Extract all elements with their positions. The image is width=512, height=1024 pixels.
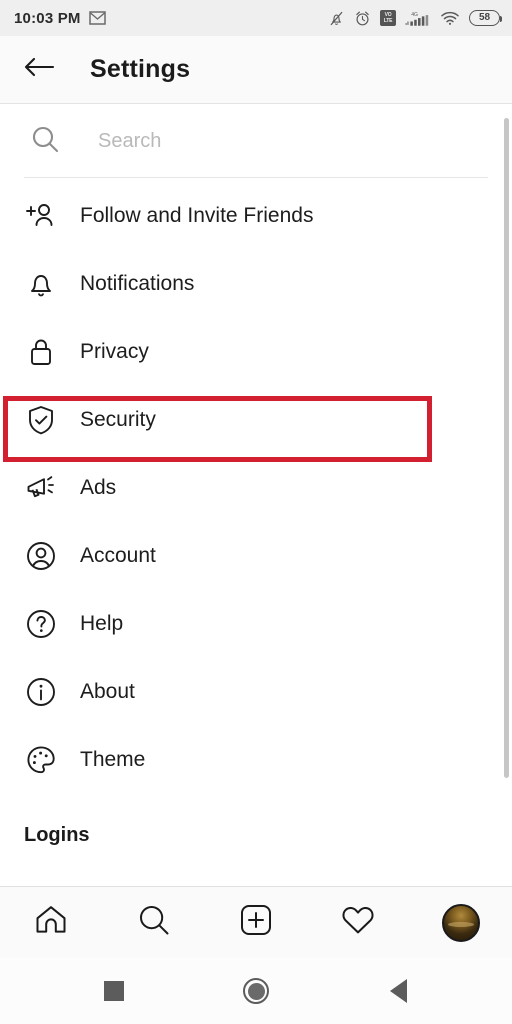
menu-item-label: Theme	[80, 748, 146, 771]
android-navigation-bar	[0, 958, 512, 1024]
tab-profile[interactable]	[410, 887, 512, 959]
tab-home[interactable]	[0, 887, 102, 959]
gmail-icon	[88, 11, 106, 25]
menu-item-label: Security	[80, 408, 156, 431]
menu-item-account[interactable]: Account	[0, 522, 512, 590]
shield-check-icon	[24, 403, 58, 437]
scrollbar-thumb[interactable]	[504, 118, 509, 778]
search-icon	[136, 902, 172, 943]
tab-activity[interactable]	[307, 887, 409, 959]
bottom-tab-bar	[0, 886, 512, 958]
phone-screen: 10:03 PM VO LTE 4G 58 Settings Search Fo…	[0, 0, 512, 1024]
status-bar-left: 10:03 PM	[14, 10, 106, 27]
avatar	[441, 903, 480, 942]
app-header: Settings	[0, 36, 512, 104]
signal-icon: 4G	[405, 10, 431, 27]
svg-text:4G: 4G	[411, 11, 418, 17]
megaphone-icon	[24, 471, 58, 505]
section-header-logins: Logins	[24, 824, 90, 846]
menu-item-follow-and-invite-friends[interactable]: Follow and Invite Friends	[0, 182, 512, 250]
page-title: Settings	[90, 55, 191, 83]
menu-item-label: Follow and Invite Friends	[80, 204, 314, 227]
arrow-left-icon	[23, 54, 55, 85]
menu-item-label: Privacy	[80, 340, 149, 363]
triangle-left-icon	[389, 979, 407, 1003]
alarm-icon	[354, 10, 371, 27]
bell-muted-icon	[328, 10, 345, 27]
wifi-icon	[440, 10, 460, 26]
question-circle-icon	[24, 607, 58, 641]
tab-search[interactable]	[102, 887, 204, 959]
search-bar[interactable]: Search	[0, 105, 512, 177]
search-icon	[30, 124, 60, 159]
tab-create[interactable]	[205, 887, 307, 959]
account-circle-icon	[24, 539, 58, 573]
menu-item-label: Account	[80, 544, 156, 567]
menu-item-label: Help	[80, 612, 124, 635]
info-circle-icon	[24, 675, 58, 709]
menu-item-security[interactable]: Security	[0, 386, 512, 454]
back-button-system[interactable]	[371, 964, 425, 1018]
home-button[interactable]	[229, 964, 283, 1018]
menu-item-theme[interactable]: Theme	[0, 726, 512, 794]
palette-icon	[24, 743, 58, 777]
add-person-icon	[24, 199, 58, 233]
volte-icon: VO LTE	[380, 10, 396, 26]
recents-button[interactable]	[87, 964, 141, 1018]
menu-item-about[interactable]: About	[0, 658, 512, 726]
status-bar: 10:03 PM VO LTE 4G 58	[0, 0, 512, 36]
menu-item-notifications[interactable]: Notifications	[0, 250, 512, 318]
search-input[interactable]: Search	[98, 130, 161, 153]
status-clock: 10:03 PM	[14, 9, 81, 27]
lock-icon	[24, 335, 58, 369]
back-button[interactable]	[18, 49, 60, 91]
home-icon	[33, 902, 69, 943]
menu-item-label: About	[80, 680, 135, 703]
battery-icon: 58	[469, 10, 502, 26]
menu-item-privacy[interactable]: Privacy	[0, 318, 512, 386]
square-icon	[104, 981, 124, 1001]
bell-icon	[24, 267, 58, 301]
menu-item-label: Ads	[80, 476, 117, 499]
settings-scroll-area[interactable]: Search Follow and Invite Friends Notific…	[0, 105, 512, 886]
circle-icon	[243, 978, 269, 1004]
plus-square-icon	[238, 902, 274, 943]
menu-item-help[interactable]: Help	[0, 590, 512, 658]
heart-icon	[340, 903, 376, 942]
settings-menu: Follow and Invite Friends Notifications	[0, 178, 512, 847]
menu-item-ads[interactable]: Ads	[0, 454, 512, 522]
status-bar-right: VO LTE 4G 58	[328, 10, 502, 27]
menu-item-label: Notifications	[80, 272, 195, 295]
